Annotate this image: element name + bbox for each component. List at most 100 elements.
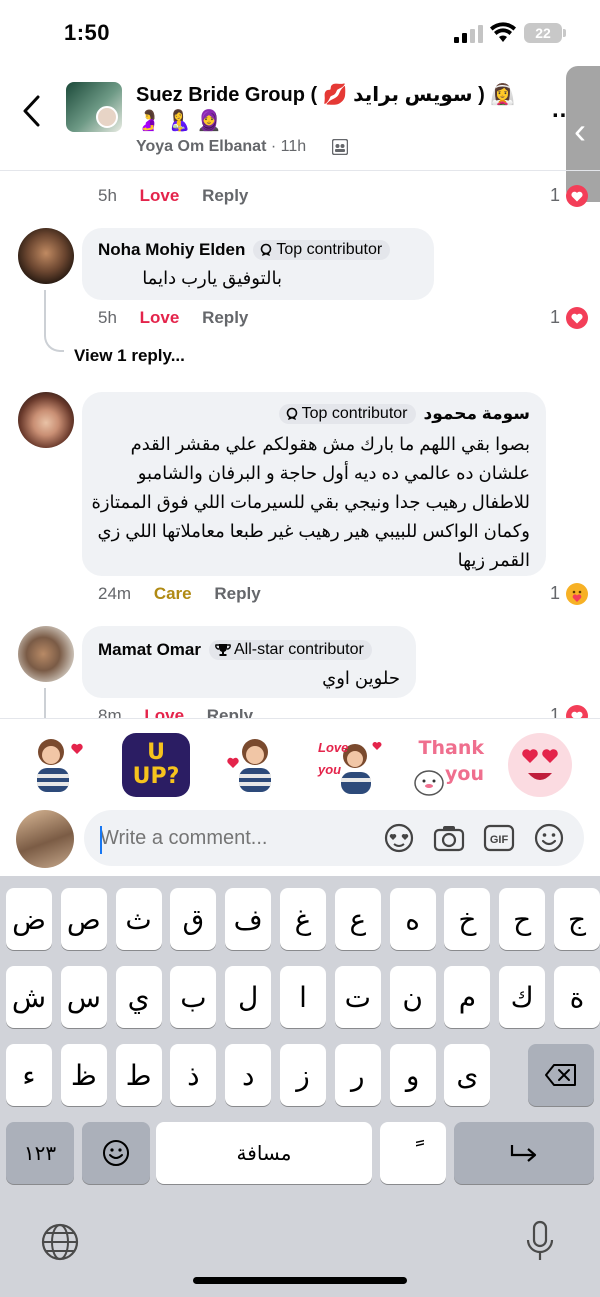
key-1[interactable]: ض xyxy=(6,888,52,950)
key-9[interactable]: م xyxy=(444,966,491,1028)
key-9[interactable]: ى xyxy=(444,1044,491,1106)
key-6[interactable]: ز xyxy=(280,1044,326,1106)
key-7[interactable]: ت xyxy=(334,966,381,1028)
key-4[interactable]: ق xyxy=(170,888,217,950)
commenter-name[interactable]: Mamat Omar xyxy=(98,640,201,660)
key-3[interactable]: ي xyxy=(115,966,162,1028)
love-reaction-icon xyxy=(566,307,588,329)
current-user-avatar[interactable] xyxy=(16,810,74,868)
key-8[interactable]: ه xyxy=(389,888,436,950)
thread-connector xyxy=(44,290,64,352)
comment-input[interactable] xyxy=(100,824,370,852)
commenter-avatar[interactable] xyxy=(18,392,74,448)
author-avatar xyxy=(96,106,118,128)
love-you-sticker[interactable]: Love you xyxy=(316,729,388,801)
key-5[interactable]: د xyxy=(225,1044,272,1106)
globe-icon[interactable] xyxy=(40,1222,80,1262)
reaction-link[interactable]: Love xyxy=(140,308,180,327)
gif-icon[interactable]: GIF xyxy=(482,822,516,854)
girl-heart-sticker[interactable] xyxy=(22,729,94,801)
key-3[interactable]: ث xyxy=(115,888,162,950)
reaction-link[interactable]: Care xyxy=(154,584,192,603)
comment-text: حلوين اوي xyxy=(322,668,400,688)
thread-connector xyxy=(44,688,46,718)
home-indicator xyxy=(193,1277,407,1284)
care-reaction-icon xyxy=(566,583,588,605)
group-avatar[interactable] xyxy=(66,82,122,132)
return-key[interactable] xyxy=(454,1122,594,1184)
diacritic-key[interactable]: ً xyxy=(380,1122,446,1184)
comment-text: بالتوفيق يارب دايما xyxy=(142,268,282,288)
comment-bubble[interactable]: سومة محمود Top contributor بصوا بقي الله… xyxy=(82,392,546,576)
key-4[interactable]: ذ xyxy=(170,1044,217,1106)
key-9[interactable]: خ xyxy=(444,888,491,950)
key-3[interactable]: ط xyxy=(115,1044,162,1106)
key-5[interactable]: ل xyxy=(225,966,272,1028)
comment-time: 5h xyxy=(98,308,117,327)
key-2[interactable]: ص xyxy=(60,888,107,950)
reaction-count[interactable]: 1 xyxy=(550,583,560,604)
key-10[interactable]: ح xyxy=(499,888,546,950)
avatar-sticker-icon[interactable] xyxy=(382,822,416,854)
key-5[interactable]: ف xyxy=(225,888,272,950)
numbers-key[interactable]: ١٢٣ xyxy=(6,1122,74,1184)
chevron-left-icon: ‹ xyxy=(574,110,586,151)
comment-actions: 5h Love Reply xyxy=(98,186,248,206)
sticker-bar: U UP? Love you Thank you xyxy=(0,718,600,816)
heart-eyes-sticker[interactable] xyxy=(504,729,576,801)
side-panel-handle[interactable]: ‹ xyxy=(566,66,600,202)
comment-text: بصوا بقي اللهم ما بارك مش هقولكم علي مقش… xyxy=(91,434,530,570)
commenter-name[interactable]: Noha Mohiy Elden xyxy=(98,240,245,260)
camera-icon[interactable] xyxy=(432,822,466,854)
key-1[interactable]: ش xyxy=(6,966,52,1028)
thank-you-sticker[interactable]: Thank you xyxy=(408,729,488,801)
comment-bubble[interactable]: Mamat Omar All-star contributor حلوين او… xyxy=(82,626,416,698)
key-10[interactable]: ك xyxy=(499,966,546,1028)
reaction-count[interactable]: 1 xyxy=(550,185,560,206)
emoji-key[interactable] xyxy=(82,1122,150,1184)
girl-wave-heart-sticker[interactable] xyxy=(218,729,290,801)
reaction-count[interactable]: 1 xyxy=(550,307,560,328)
key-11[interactable]: ة xyxy=(554,966,600,1028)
comment-composer[interactable]: GIF xyxy=(84,810,584,866)
key-8[interactable]: ن xyxy=(389,966,436,1028)
battery-nub xyxy=(563,29,566,37)
post-byline: Yoya Om Elbanat · 11h xyxy=(136,138,306,156)
key-7[interactable]: ر xyxy=(334,1044,381,1106)
reply-link[interactable]: Reply xyxy=(214,584,260,603)
space-key[interactable]: مسافة xyxy=(156,1122,372,1184)
comment-actions: 24m Care Reply xyxy=(98,584,261,604)
key-1[interactable]: ء xyxy=(6,1044,52,1106)
key-6[interactable]: غ xyxy=(280,888,326,950)
group-title[interactable]: Suez Bride Group ( 💋 سويس برايد ) 👰‍♀️ 🤰… xyxy=(136,82,536,134)
commenter-avatar[interactable] xyxy=(18,626,74,682)
commenter-name[interactable]: سومة محمود xyxy=(424,404,531,424)
microphone-icon[interactable] xyxy=(524,1220,556,1262)
reply-link[interactable]: Reply xyxy=(202,186,248,205)
reply-link[interactable]: Reply xyxy=(202,308,248,327)
return-icon xyxy=(510,1145,537,1162)
comment-bubble[interactable]: Noha Mohiy Elden Top contributor بالتوفي… xyxy=(82,228,434,300)
key-7[interactable]: ع xyxy=(334,888,381,950)
back-icon[interactable] xyxy=(20,94,44,128)
badge-icon xyxy=(286,407,297,420)
key-2[interactable]: س xyxy=(60,966,107,1028)
key-11[interactable]: ج xyxy=(554,888,600,950)
byline-separator: · xyxy=(270,138,277,155)
reaction-link[interactable]: Love xyxy=(140,186,180,205)
key-6[interactable]: ا xyxy=(280,966,326,1028)
backspace-key[interactable] xyxy=(528,1044,594,1106)
emoji-icon[interactable] xyxy=(532,822,566,854)
svg-text:GIF: GIF xyxy=(490,834,509,846)
status-time: 1:50 xyxy=(64,20,111,45)
badge-label: Top contributor xyxy=(301,405,408,422)
key-8[interactable]: و xyxy=(389,1044,436,1106)
badge-label: Top contributor xyxy=(276,241,383,258)
key-2[interactable]: ظ xyxy=(60,1044,107,1106)
u-up-sticker[interactable]: U UP? xyxy=(120,729,192,801)
love-you-text: Love you xyxy=(318,740,349,777)
post-author[interactable]: Yoya Om Elbanat xyxy=(136,138,266,155)
commenter-avatar[interactable] xyxy=(18,228,74,284)
key-4[interactable]: ب xyxy=(170,966,217,1028)
view-replies-link[interactable]: View 1 reply... xyxy=(74,346,185,366)
